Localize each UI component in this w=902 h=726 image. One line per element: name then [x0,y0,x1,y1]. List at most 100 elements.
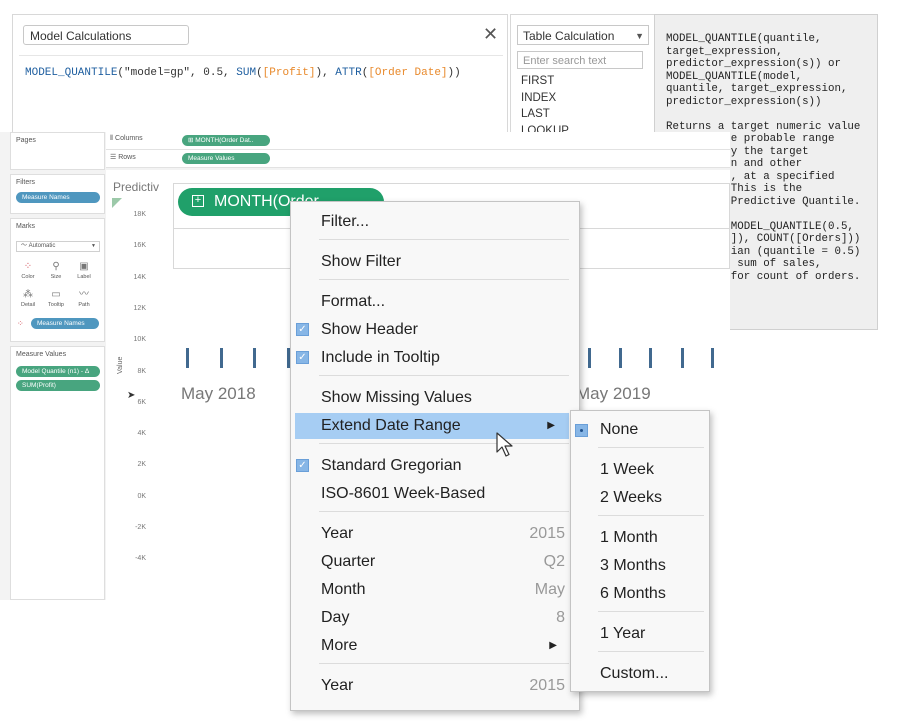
y-tick-label: 18K [133,211,146,218]
menu-item-more[interactable]: More ▶ [291,633,579,659]
y-tick-label: -2K [135,524,146,531]
menu-item-year[interactable]: Year 2015 [291,521,579,547]
submenu-label: 1 Week [600,461,654,478]
menu-label: Quarter [321,553,376,570]
submenu-item-6-months[interactable]: 6 Months [571,581,709,607]
corner-triangle-icon [112,198,122,208]
size-button[interactable]: ⚲ Size [45,259,67,285]
menu-value: Q2 [543,553,565,570]
marks-color-pill[interactable]: Measure Names [31,318,99,329]
submenu-label: 1 Year [600,625,646,642]
function-item[interactable]: LAST [517,106,643,123]
documentation-line: MODEL_QUANTILE(quantile, [666,33,822,45]
submenu-item-1-year[interactable]: 1 Year [571,621,709,647]
function-item[interactable]: INDEX [517,90,643,107]
x-axis-label: May 2018 [181,384,256,403]
mouse-pointer-icon: ➤ [127,390,136,401]
menu-item-show-filter[interactable]: Show Filter [291,249,579,275]
submenu-item-custom[interactable]: Custom... [571,661,709,687]
radio-selected-icon [575,424,588,437]
menu-label: Extend Date Range [321,417,461,434]
size-label: Size [50,274,62,280]
y-tick-label: 4K [137,430,146,438]
detail-button[interactable]: ⁂ Detail [17,287,39,313]
menu-item-show-header[interactable]: ✓ Show Header [291,317,579,343]
x-axis-label: May 2019 [576,384,651,403]
left-panel: Pages Filters Measure Names Marks 〜 Auto… [10,132,105,600]
menu-item-month[interactable]: Month May [291,577,579,603]
date-tick-mark [220,348,223,368]
function-category-select[interactable]: Table Calculation ▼ [517,25,649,45]
calculation-name-input[interactable]: Model Calculations [23,25,189,45]
menu-item-extend-date-range[interactable]: Extend Date Range ▶ [295,413,569,439]
menu-item-format[interactable]: Format... [291,289,579,315]
function-panel: Table Calculation ▼ Enter search text FI… [510,14,656,137]
menu-separator [598,651,704,652]
function-search-input[interactable]: Enter search text [517,51,643,69]
rows-pill[interactable]: Measure Values [182,153,270,164]
menu-separator [598,447,704,448]
date-tick-mark [186,348,189,368]
menu-item-quarter[interactable]: Quarter Q2 [291,549,579,575]
path-icon: 〰 [79,289,89,300]
rows-label: ☰ Rows [110,153,136,161]
menu-label: Filter... [321,213,370,230]
menu-item-include-in-tooltip[interactable]: ✓ Include in Tooltip [291,345,579,371]
columns-pill-label: MONTH(Order Dat.. [195,137,254,144]
menu-item-day[interactable]: Day 8 [291,605,579,631]
submenu-item-1-week[interactable]: 1 Week [571,457,709,483]
submenu-label: Custom... [600,665,669,682]
y-tick-label: 12K [133,304,146,312]
formula-field: [Profit] [262,67,316,79]
submenu-item-3-months[interactable]: 3 Months [571,553,709,579]
label-button[interactable]: ▣ Label [73,259,95,285]
formula-editor[interactable]: MODEL_QUANTILE("model=gp", 0.5, SUM([Pro… [25,67,461,79]
y-tick-label: 2K [137,461,146,469]
measure-pill[interactable]: SUM(Profit) [16,380,100,391]
submenu-item-1-month[interactable]: 1 Month [571,525,709,551]
size-icon: ⚲ [52,261,60,272]
chevron-down-icon: ▼ [635,31,644,41]
tooltip-label: Tooltip [48,302,64,308]
marks-label: Marks [16,223,36,230]
formula-paren: )) [447,67,461,79]
menu-item-show-missing-values[interactable]: Show Missing Values [291,385,579,411]
menu-item-standard-gregorian[interactable]: ✓ Standard Gregorian [291,453,579,479]
menu-item-filter[interactable]: Filter... [291,209,579,235]
date-tick-mark [619,348,622,368]
menu-separator [319,375,569,376]
chevron-down-icon: ▼ [91,243,96,249]
close-icon[interactable]: ✕ [483,25,498,43]
menu-item-year-continuous[interactable]: Year 2015 [291,673,579,699]
documentation-line: predictor_expression(s)) or [666,58,841,70]
date-tick-mark [649,348,652,368]
extend-date-range-submenu: None 1 Week 2 Weeks 1 Month 3 Months 6 M… [570,410,710,692]
measure-pill[interactable]: Model Quantile (n1) - Δ [16,366,100,377]
rows-icon: ☰ [110,154,119,161]
tooltip-button[interactable]: ▭ Tooltip [45,287,67,313]
color-button[interactable]: ⁘ Color [17,259,39,285]
mark-type-select[interactable]: 〜 Automatic ▼ [16,241,100,252]
checkmark-icon: ✓ [296,351,309,364]
label-label: Label [77,274,91,280]
columns-pill[interactable]: ⊞ MONTH(Order Dat.. [182,135,270,146]
chevron-right-icon: ▶ [549,640,557,651]
formula-function: MODEL_QUANTILE [25,67,118,79]
pages-label: Pages [16,137,36,144]
marks-card: Marks 〜 Automatic ▼ ⁘ Color ⚲ Size ▣ Label … [10,218,105,342]
function-item[interactable]: FIRST [517,73,643,90]
documentation-line: quantile, target_expression, [666,83,848,95]
menu-value: 8 [556,609,565,626]
columns-shelf[interactable]: ⦀ Columns ⊞ MONTH(Order Dat.. [106,132,730,150]
menu-item-iso-week-based[interactable]: ISO-8601 Week-Based [291,481,579,507]
rows-shelf[interactable]: ☰ Rows Measure Values [106,150,730,168]
submenu-item-none[interactable]: None [571,417,709,443]
label-icon: ▣ [79,261,89,272]
path-button[interactable]: 〰 Path [73,287,95,313]
menu-label: Year [321,677,354,694]
date-tick-mark [681,348,684,368]
menu-label: Show Filter [321,253,402,270]
filter-pill[interactable]: Measure Names [16,192,100,203]
formula-field: [Order Date] [368,67,448,79]
submenu-item-2-weeks[interactable]: 2 Weeks [571,485,709,511]
